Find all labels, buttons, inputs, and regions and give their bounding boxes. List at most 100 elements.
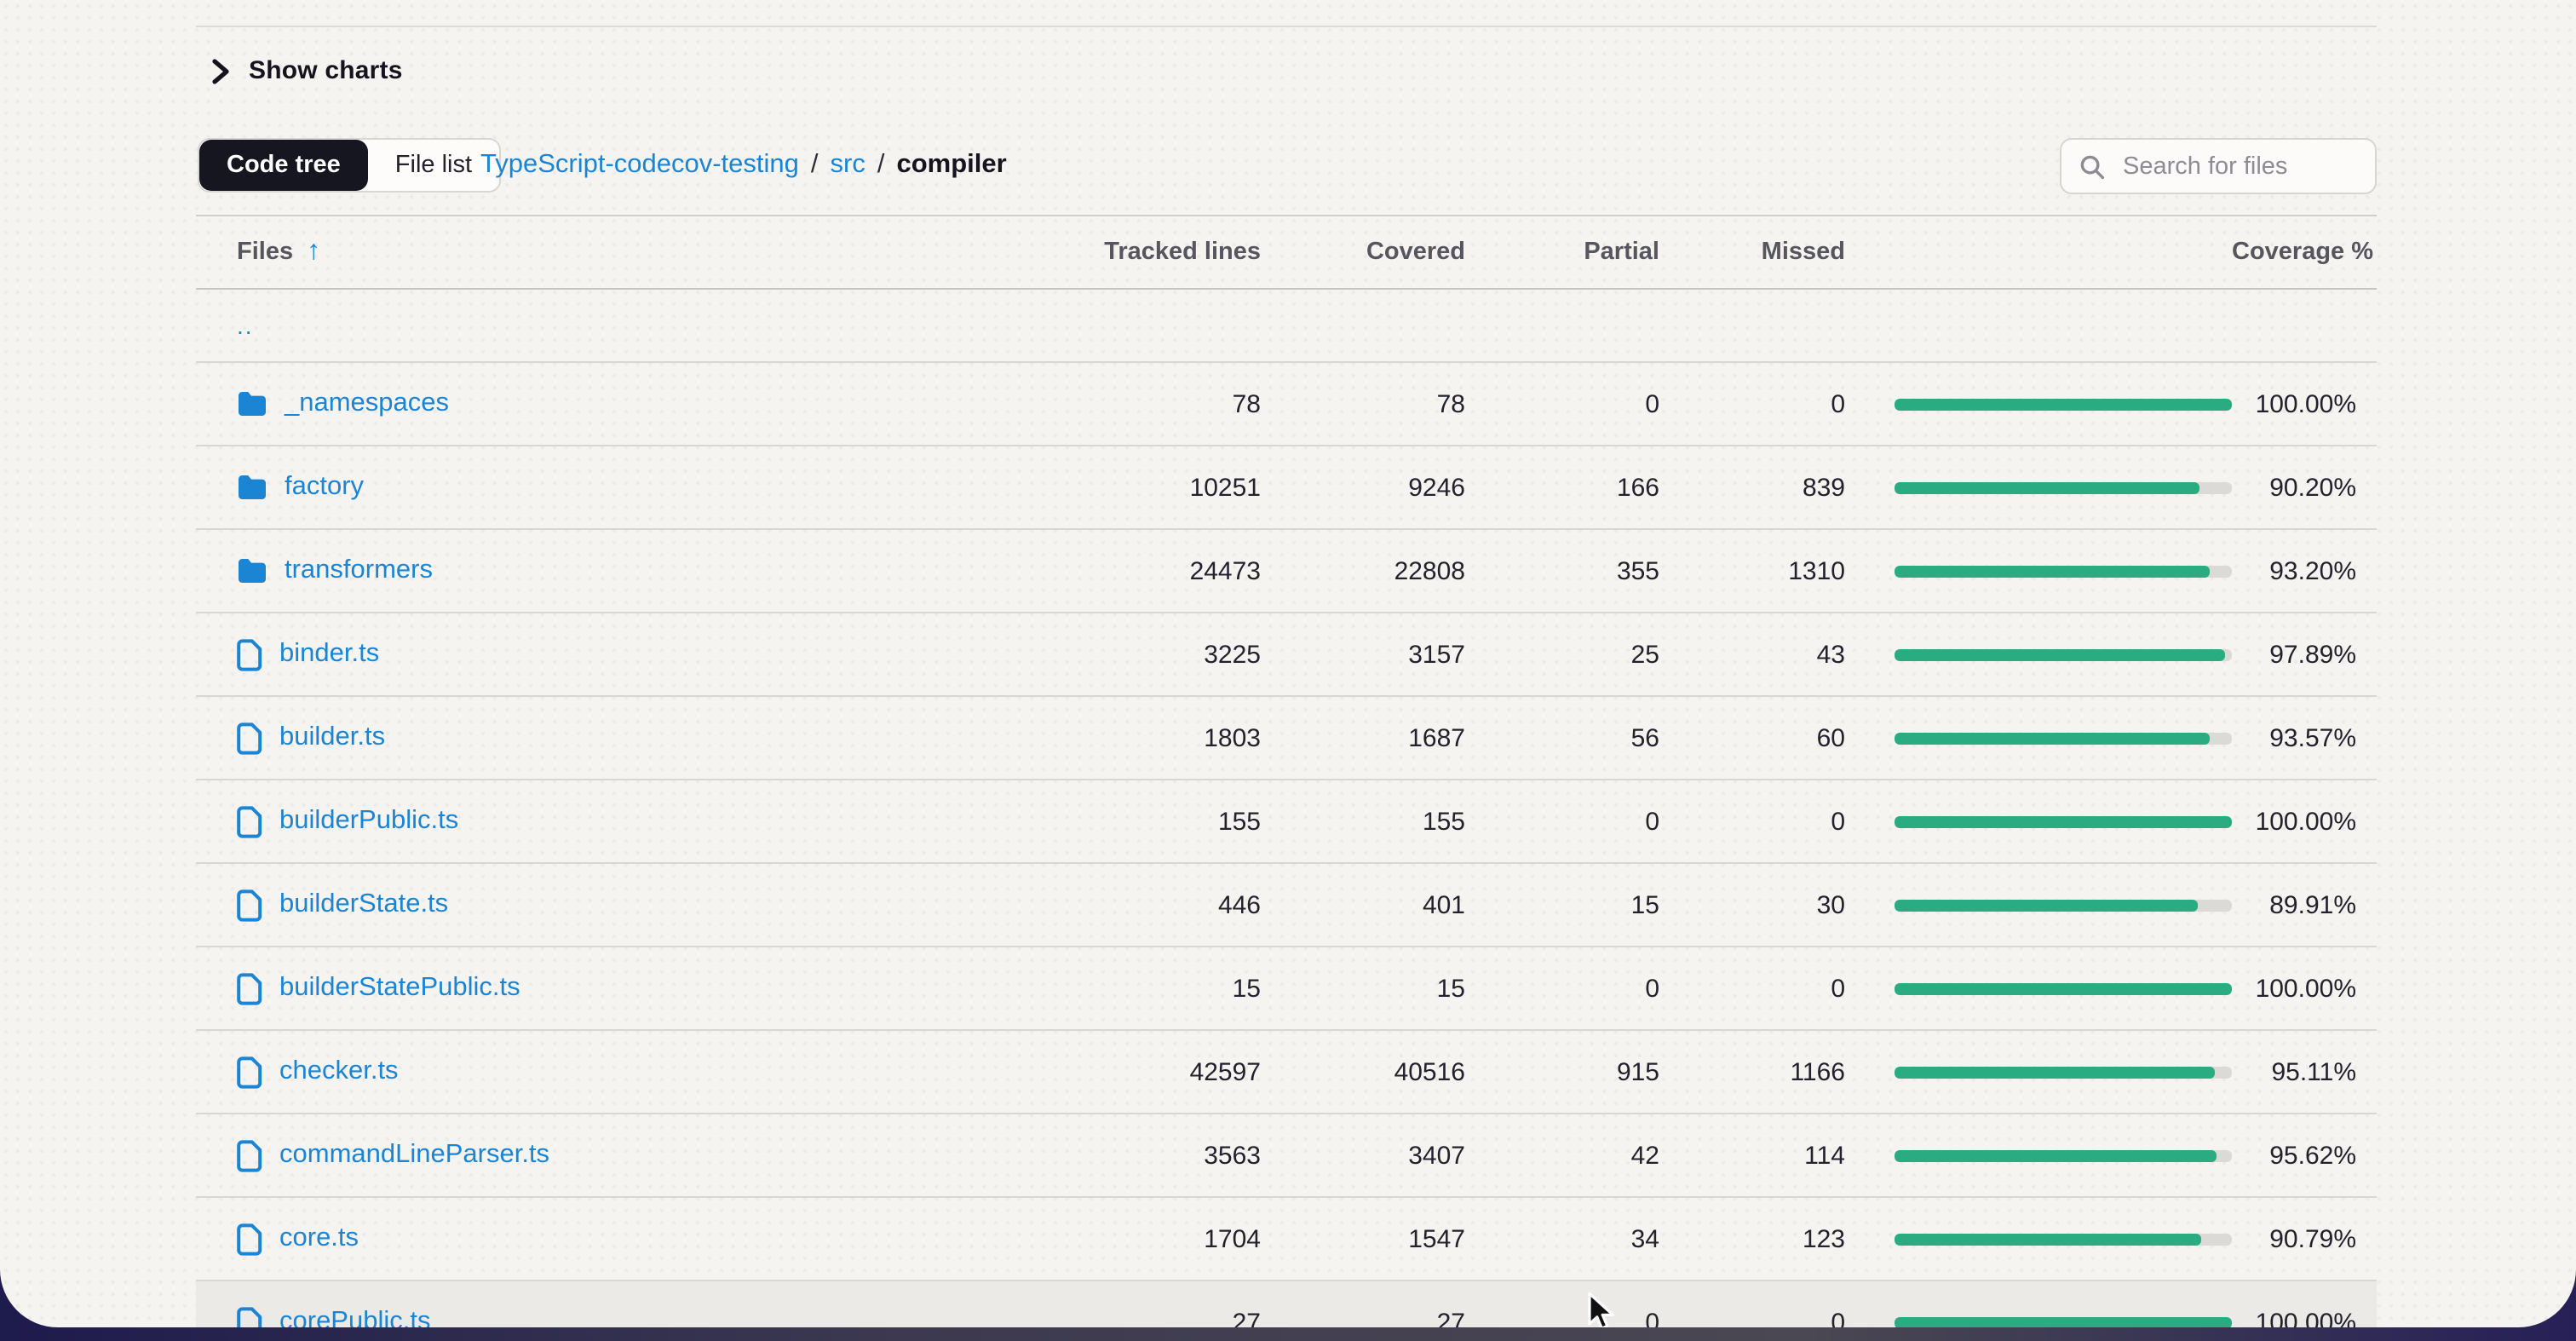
table-row[interactable]: builder.ts 1803 1687 56 60 93.57% [196,697,2377,780]
coverage-bar-track [1895,1316,2232,1327]
file-name-link[interactable]: corePublic.ts [279,1307,430,1327]
file-icon [237,1056,262,1088]
file-name-link[interactable]: binder.ts [279,639,379,670]
file-name-cell[interactable]: core.ts [196,1223,1056,1255]
tracked-lines-value: 78 [1056,389,1261,418]
coverage-bar-track [1895,982,2232,994]
breadcrumb-src-link[interactable]: src [831,150,865,181]
coverage-bar-fill [1895,648,2225,660]
table-row[interactable]: binder.ts 3225 3157 25 43 97.89% [196,613,2377,697]
show-charts-label: Show charts [249,56,403,85]
coverage-page: Show charts Code tree File list TypeScri… [0,0,2576,1327]
code-tree-button[interactable]: Code tree [199,140,368,191]
file-name-cell[interactable]: builderState.ts [196,889,1056,921]
table-row[interactable]: builderState.ts 446 401 15 30 89.91% [196,864,2377,947]
breadcrumb-repo-link[interactable]: TypeScript-codecov-testing [480,150,799,181]
column-header-tracked-lines[interactable]: Tracked lines [1056,239,1261,266]
file-name-cell[interactable]: corePublic.ts [196,1306,1056,1327]
missed-value: 114 [1659,1141,1845,1170]
coverage-bar-fill [1895,1066,2216,1078]
missed-value: 0 [1659,389,1845,418]
file-name-link[interactable]: builderStatePublic.ts [279,973,520,1004]
partial-value: 42 [1465,1141,1659,1170]
covered-value: 78 [1261,389,1465,418]
file-name-cell[interactable]: commandLineParser.ts [196,1139,1056,1171]
breadcrumb-current: compiler [897,150,1007,181]
file-name-link[interactable]: factory [285,472,364,503]
table-header-row: Files ↑ Tracked lines Covered Partial Mi… [196,215,2377,290]
table-body: _namespaces 78 78 0 0 100.00% factory 10… [196,363,2377,1327]
coverage-percent-value: 97.89% [2232,640,2377,669]
file-name-cell[interactable]: binder.ts [196,638,1056,670]
coverage-bar-cell [1845,1149,2232,1161]
file-name-cell[interactable]: builderPublic.ts [196,805,1056,837]
file-name-link[interactable]: builderState.ts [279,889,448,920]
coverage-percent-value: 100.00% [2232,807,2377,836]
folder-icon [237,474,267,501]
show-charts-toggle[interactable]: Show charts [210,56,403,85]
parent-directory-link[interactable]: .. [237,312,254,339]
tracked-lines-value: 3225 [1056,640,1261,669]
file-name-cell[interactable]: builder.ts [196,722,1056,754]
coverage-bar-track [1895,815,2232,827]
coverage-percent-value: 93.20% [2232,556,2377,585]
file-name-cell[interactable]: transformers [196,555,1056,586]
coverage-percent-value: 100.00% [2232,974,2377,1003]
coverage-table: Files ↑ Tracked lines Covered Partial Mi… [196,215,2377,1327]
tracked-lines-value: 15 [1056,974,1261,1003]
file-name-cell[interactable]: checker.ts [196,1056,1056,1088]
partial-value: 915 [1465,1057,1659,1086]
partial-value: 15 [1465,890,1659,919]
coverage-percent-value: 90.79% [2232,1224,2377,1253]
coverage-percent-value: 90.20% [2232,473,2377,502]
file-list-button[interactable]: File list [368,140,499,191]
table-row[interactable]: builderPublic.ts 155 155 0 0 100.00% [196,780,2377,864]
column-header-coverage[interactable]: Coverage % [2232,239,2377,266]
coverage-percent-value: 93.57% [2232,723,2377,752]
covered-value: 155 [1261,807,1465,836]
search-icon [2079,153,2106,180]
coverage-percent-value: 100.00% [2232,389,2377,418]
column-header-partial[interactable]: Partial [1465,239,1659,266]
parent-directory-row[interactable]: .. [196,290,2377,363]
coverage-bar-cell [1845,1233,2232,1245]
covered-value: 1547 [1261,1224,1465,1253]
column-header-files[interactable]: Files ↑ [196,239,1056,266]
partial-value: 56 [1465,723,1659,752]
coverage-bar-cell [1845,982,2232,994]
table-row[interactable]: transformers 24473 22808 355 1310 93.20% [196,530,2377,613]
table-row[interactable]: builderStatePublic.ts 15 15 0 0 100.00% [196,947,2377,1031]
partial-value: 25 [1465,640,1659,669]
column-header-covered[interactable]: Covered [1261,239,1465,266]
coverage-bar-fill [1895,565,2209,577]
file-name-link[interactable]: builder.ts [279,722,385,753]
file-name-link[interactable]: _namespaces [285,388,449,419]
coverage-bar-cell [1845,398,2232,410]
file-name-link[interactable]: transformers [285,555,433,586]
file-icon [237,889,262,921]
table-row[interactable]: _namespaces 78 78 0 0 100.00% [196,363,2377,446]
tracked-lines-value: 27 [1056,1308,1261,1327]
file-name-cell[interactable]: _namespaces [196,388,1056,419]
file-name-link[interactable]: commandLineParser.ts [279,1140,549,1171]
file-name-link[interactable]: core.ts [279,1223,359,1254]
file-name-cell[interactable]: factory [196,472,1056,503]
breadcrumb-separator: / [811,150,819,181]
table-row[interactable]: factory 10251 9246 166 839 90.20% [196,446,2377,530]
table-row[interactable]: core.ts 1704 1547 34 123 90.79% [196,1198,2377,1281]
missed-value: 839 [1659,473,1845,502]
column-header-missed[interactable]: Missed [1659,239,1845,266]
file-name-cell[interactable]: builderStatePublic.ts [196,972,1056,1004]
file-name-link[interactable]: checker.ts [279,1056,399,1087]
table-row[interactable]: corePublic.ts 27 27 0 0 100.00% [196,1281,2377,1327]
file-icon [237,638,262,670]
coverage-bar-cell [1845,732,2232,744]
table-row[interactable]: commandLineParser.ts 3563 3407 42 114 95… [196,1114,2377,1198]
coverage-bar-track [1895,1149,2232,1161]
search-input[interactable] [2119,151,2358,181]
coverage-percent-value: 100.00% [2232,1308,2377,1327]
table-row[interactable]: checker.ts 42597 40516 915 1166 95.11% [196,1031,2377,1114]
missed-value: 1310 [1659,556,1845,585]
coverage-bar-fill [1895,899,2198,911]
file-name-link[interactable]: builderPublic.ts [279,806,458,837]
